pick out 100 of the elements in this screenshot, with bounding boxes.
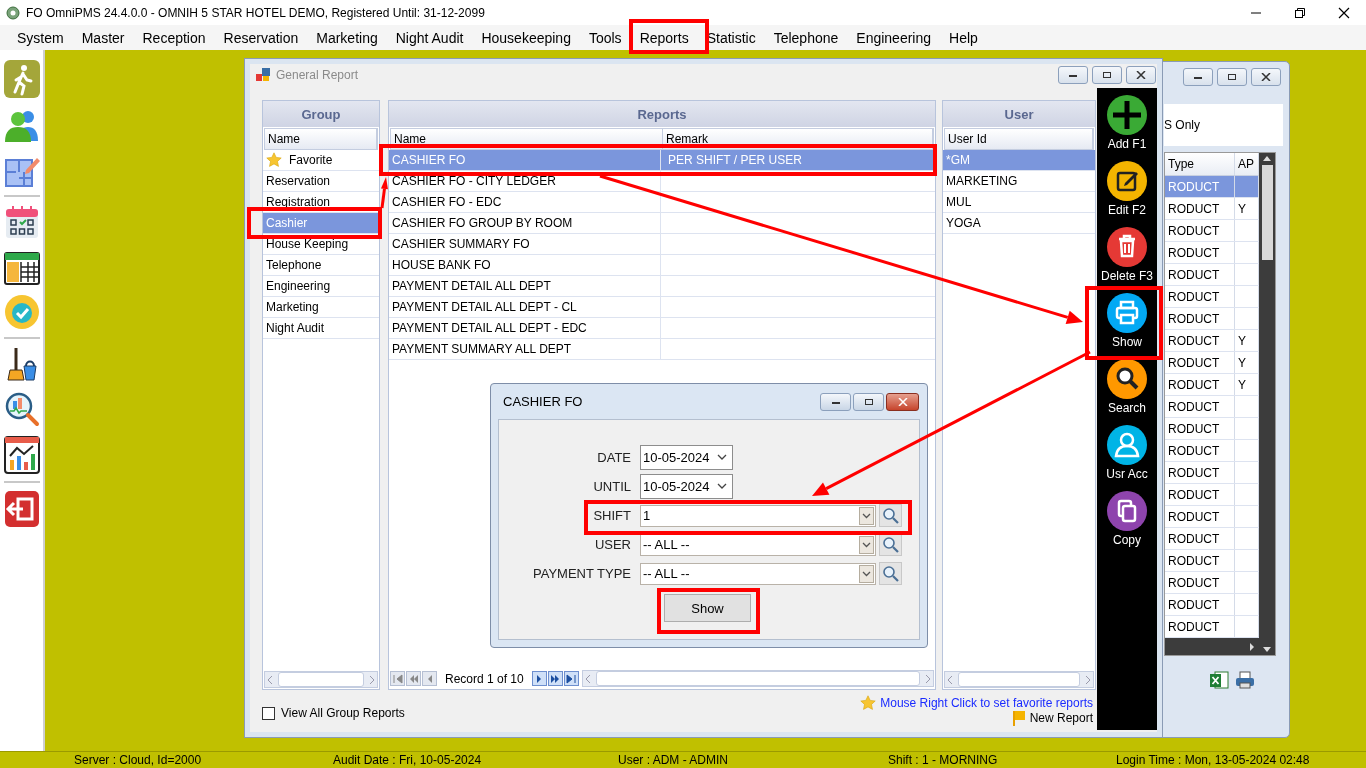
toolbar-button[interactable]: Copy — [1098, 488, 1156, 554]
horizontal-scrollbar[interactable] — [264, 671, 378, 688]
printer-icon — [1107, 293, 1147, 333]
next-record-button[interactable] — [531, 671, 547, 686]
restore-icon[interactable] — [1294, 6, 1306, 19]
report-row[interactable]: CASHIER SUMMARY FO — [389, 234, 935, 255]
table-cell: RODUCT — [1165, 220, 1235, 241]
search-button[interactable] — [879, 562, 902, 585]
horizontal-scrollbar[interactable] — [581, 670, 934, 687]
scroll-thumb[interactable] — [595, 671, 920, 686]
group-item[interactable]: House Keeping — [263, 234, 379, 255]
menu-item[interactable]: Reception — [133, 26, 215, 49]
restore-button[interactable] — [1092, 66, 1122, 84]
report-row[interactable]: CASHIER FO - CITY LEDGER — [389, 171, 935, 192]
group-item[interactable]: Night Audit — [263, 318, 379, 339]
user-row[interactable]: YOGA — [943, 213, 1095, 234]
menu-item[interactable]: Tools — [579, 26, 631, 49]
menu-item[interactable]: System — [8, 26, 73, 49]
report-row[interactable]: CASHIER FO - EDC — [389, 192, 935, 213]
date-field[interactable]: 10-05-2024 — [640, 445, 733, 470]
search-button[interactable] — [879, 504, 902, 527]
status-text: User : ADM - ADMIN — [618, 752, 729, 768]
dropdown-button[interactable] — [859, 535, 874, 554]
close-button[interactable] — [1251, 68, 1281, 86]
line-chart-icon[interactable] — [3, 436, 40, 474]
close-icon[interactable] — [1338, 6, 1350, 19]
minimize-button[interactable] — [1058, 66, 1088, 84]
close-button[interactable] — [886, 392, 919, 411]
search-button[interactable] — [879, 533, 902, 556]
vertical-scrollbar[interactable] — [1259, 153, 1275, 655]
report-row[interactable]: CASHIER FO GROUP BY ROOM — [389, 213, 935, 234]
scroll-thumb[interactable] — [1261, 165, 1273, 260]
first-record-button[interactable] — [390, 671, 405, 686]
menu-item[interactable]: Marketing — [307, 26, 387, 49]
toolbar-button[interactable]: Edit F2 — [1098, 158, 1156, 224]
column-header[interactable]: Name — [265, 129, 377, 149]
menu-item[interactable]: Engineering — [847, 26, 941, 49]
menu-item[interactable]: Reservation — [214, 26, 308, 49]
spreadsheet-icon[interactable] — [1209, 670, 1229, 690]
toolbar-button[interactable]: Search — [1098, 356, 1156, 422]
restore-button[interactable] — [853, 392, 884, 411]
restore-button[interactable] — [1217, 68, 1247, 86]
horizontal-scrollbar[interactable] — [1165, 638, 1259, 655]
toolbar-button[interactable]: Add F1 — [1098, 92, 1156, 158]
report-row[interactable]: PAYMENT DETAIL ALL DEPT - EDC — [389, 318, 935, 339]
column-header[interactable]: Type — [1165, 153, 1235, 175]
last-record-button[interactable] — [563, 671, 579, 686]
column-header[interactable]: User Id — [945, 129, 1093, 149]
exit-icon[interactable] — [3, 490, 40, 528]
previous-page-button[interactable] — [406, 671, 421, 686]
menu-item[interactable]: Night Audit — [386, 26, 473, 49]
menu-item[interactable]: Telephone — [764, 26, 848, 49]
caret-icon — [862, 570, 871, 577]
close-button[interactable] — [1126, 66, 1156, 84]
minimize-button[interactable] — [1183, 68, 1213, 86]
menu-item[interactable]: Help — [940, 26, 987, 49]
close-icon — [1136, 71, 1146, 79]
dropdown-button[interactable] — [859, 564, 874, 583]
combo-field[interactable]: -- ALL -- — [640, 533, 876, 556]
toolbar-button[interactable]: Show — [1098, 290, 1156, 356]
group-item[interactable]: Reservation — [263, 171, 379, 192]
checkbox[interactable] — [262, 706, 275, 720]
group-item[interactable]: Telephone — [263, 255, 379, 276]
search-icon — [1107, 359, 1147, 399]
horizontal-scrollbar[interactable] — [944, 671, 1094, 688]
menu-item[interactable]: Statistic — [697, 26, 765, 49]
date-field[interactable]: 10-05-2024 — [640, 474, 733, 499]
combo-field[interactable]: -- ALL -- — [640, 562, 876, 585]
calendar-icon[interactable] — [3, 204, 40, 240]
user-row[interactable]: MUL — [943, 192, 1095, 213]
report-row[interactable]: PAYMENT SUMMARY ALL DEPT — [389, 339, 935, 360]
column-header[interactable]: Name — [391, 129, 663, 149]
report-row[interactable]: PAYMENT DETAIL ALL DEPT - CL — [389, 297, 935, 318]
status-text: Audit Date : Fri, 10-05-2024 — [333, 752, 483, 768]
report-row[interactable]: PAYMENT DETAIL ALL DEPT — [389, 276, 935, 297]
scroll-thumb[interactable] — [278, 672, 364, 687]
menu-item[interactable]: Master — [72, 26, 134, 49]
column-header[interactable]: Remark — [663, 129, 933, 149]
next-page-button[interactable] — [547, 671, 563, 686]
toolbar-button[interactable]: Delete F3 — [1098, 224, 1156, 290]
scroll-thumb[interactable] — [958, 672, 1080, 687]
show-button[interactable]: Show — [664, 594, 751, 622]
minimize-button[interactable] — [820, 392, 851, 411]
combo-field[interactable]: 1 — [640, 504, 876, 527]
group-item[interactable]: Marketing — [263, 297, 379, 318]
report-row[interactable]: HOUSE BANK FO — [389, 255, 935, 276]
copy-icon — [1107, 491, 1147, 531]
toolbar-button[interactable]: Usr Acc — [1098, 422, 1156, 488]
menu-item[interactable]: Reports — [630, 26, 698, 49]
group-item[interactable]: Favorite — [263, 150, 379, 171]
scroll-right-icon[interactable] — [1248, 641, 1256, 652]
user-row[interactable]: MARKETING — [943, 171, 1095, 192]
year-calendar-icon[interactable] — [3, 249, 40, 285]
analytics-magnifier-icon[interactable] — [3, 391, 40, 427]
menu-item[interactable]: Housekeeping — [472, 26, 580, 49]
previous-record-button[interactable] — [422, 671, 437, 686]
group-item[interactable]: Engineering — [263, 276, 379, 297]
dropdown-button[interactable] — [859, 506, 874, 525]
walking-person-icon[interactable] — [3, 60, 40, 98]
printer-icon[interactable] — [1235, 670, 1255, 690]
